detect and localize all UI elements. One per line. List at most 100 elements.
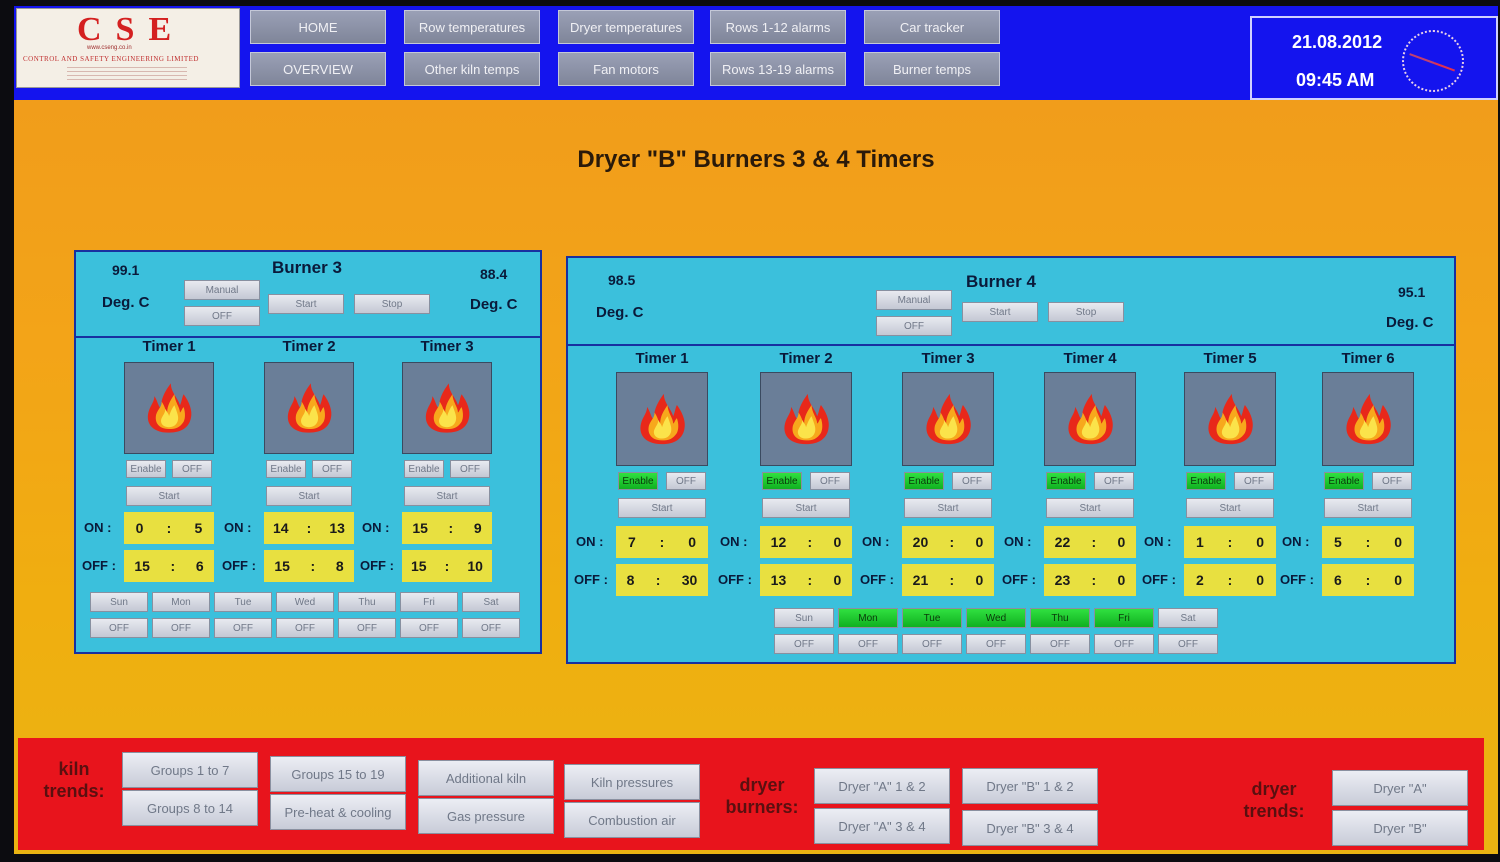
burner3-start-button[interactable]: Start (268, 294, 344, 314)
kiln-trend-button-groups-1-to-7[interactable]: Groups 1 to 7 (122, 752, 258, 788)
burner3-day-sat-button[interactable]: Sat (462, 592, 520, 612)
burner4-day-sun-off-button[interactable]: OFF (774, 634, 834, 654)
burner4-timer-2-off-time-field[interactable]: 13: 0 (760, 564, 852, 596)
burner4-timer-3-enable-button[interactable]: Enable (904, 472, 944, 490)
burner3-timer-3-enable-button[interactable]: Enable (404, 460, 444, 478)
burner4-manual-button[interactable]: Manual (876, 290, 952, 310)
burner3-day-thu-off-button[interactable]: OFF (338, 618, 396, 638)
burner4-timer-2-start-button[interactable]: Start (762, 498, 850, 518)
burner4-timer-4-enable-button[interactable]: Enable (1046, 472, 1086, 490)
kiln-trend-button-groups-8-to-14[interactable]: Groups 8 to 14 (122, 790, 258, 826)
burner3-timer-1-off-time-field[interactable]: 15: 6 (124, 550, 214, 582)
burner4-timer-3-off-time-field[interactable]: 21: 0 (902, 564, 994, 596)
burner4-day-wed-button[interactable]: Wed (966, 608, 1026, 628)
burner4-day-tue-off-button[interactable]: OFF (902, 634, 962, 654)
kiln-trend-button-kiln-pressures[interactable]: Kiln pressures (564, 764, 700, 800)
burner4-timer-4-off-button[interactable]: OFF (1094, 472, 1134, 490)
burner4-timer-2-enable-button[interactable]: Enable (762, 472, 802, 490)
nav-button-other-kiln-temps[interactable]: Other kiln temps (404, 52, 540, 86)
burner4-manual-off-button[interactable]: OFF (876, 316, 952, 336)
dryer-burner-button-dryer-a-1-2[interactable]: Dryer "A" 1 & 2 (814, 768, 950, 804)
burner4-day-sat-off-button[interactable]: OFF (1158, 634, 1218, 654)
dryer-burner-button-dryer-b-3-4[interactable]: Dryer "B" 3 & 4 (962, 810, 1098, 846)
burner3-manual-off-button[interactable]: OFF (184, 306, 260, 326)
burner4-timer-3-off-button[interactable]: OFF (952, 472, 992, 490)
burner3-manual-button[interactable]: Manual (184, 280, 260, 300)
nav-button-rows-13-19-alarms[interactable]: Rows 13-19 alarms (710, 52, 846, 86)
nav-button-burner-temps[interactable]: Burner temps (864, 52, 1000, 86)
burner3-day-fri-off-button[interactable]: OFF (400, 618, 458, 638)
burner4-day-sun-button[interactable]: Sun (774, 608, 834, 628)
burner4-timer-5-start-button[interactable]: Start (1186, 498, 1274, 518)
burner3-day-wed-off-button[interactable]: OFF (276, 618, 334, 638)
burner4-stop-button[interactable]: Stop (1048, 302, 1124, 322)
nav-button-rows-1-12-alarms[interactable]: Rows 1-12 alarms (710, 10, 846, 44)
dryer-trend-button-dryer-a[interactable]: Dryer "A" (1332, 770, 1468, 806)
nav-button-home[interactable]: HOME (250, 10, 386, 44)
burner4-timer-4-start-button[interactable]: Start (1046, 498, 1134, 518)
burner3-timer-3-off-button[interactable]: OFF (450, 460, 490, 478)
nav-button-overview[interactable]: OVERVIEW (250, 52, 386, 86)
burner3-timer-3-on-time-field[interactable]: 15: 9 (402, 512, 492, 544)
burner3-day-thu-button[interactable]: Thu (338, 592, 396, 612)
burner4-timer-5-off-button[interactable]: OFF (1234, 472, 1274, 490)
burner4-timer-6-start-button[interactable]: Start (1324, 498, 1412, 518)
burner4-timer-1-off-time-field[interactable]: 8: 30 (616, 564, 708, 596)
burner4-timer-4-on-time-field[interactable]: 22: 0 (1044, 526, 1136, 558)
burner4-timer-3-start-button[interactable]: Start (904, 498, 992, 518)
burner3-timer-1-off-button[interactable]: OFF (172, 460, 212, 478)
burner3-timer-2-off-button[interactable]: OFF (312, 460, 352, 478)
burner4-timer-6-off-button[interactable]: OFF (1372, 472, 1412, 490)
dryer-burner-button-dryer-b-1-2[interactable]: Dryer "B" 1 & 2 (962, 768, 1098, 804)
burner4-timer-5-enable-button[interactable]: Enable (1186, 472, 1226, 490)
burner4-timer-2-on-time-field[interactable]: 12: 0 (760, 526, 852, 558)
burner3-timer-1-on-time-field[interactable]: 0: 5 (124, 512, 214, 544)
kiln-trend-button-gas-pressure[interactable]: Gas pressure (418, 798, 554, 834)
nav-button-row-temperatures[interactable]: Row temperatures (404, 10, 540, 44)
burner4-day-wed-off-button[interactable]: OFF (966, 634, 1026, 654)
burner3-day-tue-button[interactable]: Tue (214, 592, 272, 612)
burner3-stop-button[interactable]: Stop (354, 294, 430, 314)
burner3-timer-1-start-button[interactable]: Start (126, 486, 212, 506)
nav-button-car-tracker[interactable]: Car tracker (864, 10, 1000, 44)
burner4-timer-6-enable-button[interactable]: Enable (1324, 472, 1364, 490)
burner4-timer-1-enable-button[interactable]: Enable (618, 472, 658, 490)
burner3-timer-2-on-time-field[interactable]: 14: 13 (264, 512, 354, 544)
burner4-day-mon-off-button[interactable]: OFF (838, 634, 898, 654)
burner3-day-sat-off-button[interactable]: OFF (462, 618, 520, 638)
nav-button-dryer-temperatures[interactable]: Dryer temperatures (558, 10, 694, 44)
dryer-burner-button-dryer-a-3-4[interactable]: Dryer "A" 3 & 4 (814, 808, 950, 844)
burner4-timer-1-start-button[interactable]: Start (618, 498, 706, 518)
burner3-day-tue-off-button[interactable]: OFF (214, 618, 272, 638)
burner3-day-sun-button[interactable]: Sun (90, 592, 148, 612)
kiln-trend-button-combustion-air[interactable]: Combustion air (564, 802, 700, 838)
burner3-timer-2-enable-button[interactable]: Enable (266, 460, 306, 478)
burner4-timer-5-off-time-field[interactable]: 2: 0 (1184, 564, 1276, 596)
burner3-timer-2-start-button[interactable]: Start (266, 486, 352, 506)
burner3-day-fri-button[interactable]: Fri (400, 592, 458, 612)
burner4-day-sat-button[interactable]: Sat (1158, 608, 1218, 628)
burner4-timer-6-off-time-field[interactable]: 6: 0 (1322, 564, 1414, 596)
burner3-timer-1-enable-button[interactable]: Enable (126, 460, 166, 478)
kiln-trend-button-additional-kiln[interactable]: Additional kiln (418, 760, 554, 796)
kiln-trend-button-pre-heat-cooling[interactable]: Pre-heat & cooling (270, 794, 406, 830)
burner4-timer-3-on-time-field[interactable]: 20: 0 (902, 526, 994, 558)
dryer-trend-button-dryer-b[interactable]: Dryer "B" (1332, 810, 1468, 846)
burner3-timer-3-off-time-field[interactable]: 15: 10 (402, 550, 492, 582)
burner4-timer-1-off-button[interactable]: OFF (666, 472, 706, 490)
burner4-timer-2-off-button[interactable]: OFF (810, 472, 850, 490)
burner4-day-fri-button[interactable]: Fri (1094, 608, 1154, 628)
burner4-day-thu-button[interactable]: Thu (1030, 608, 1090, 628)
burner3-timer-3-start-button[interactable]: Start (404, 486, 490, 506)
burner4-timer-6-on-time-field[interactable]: 5: 0 (1322, 526, 1414, 558)
burner4-day-thu-off-button[interactable]: OFF (1030, 634, 1090, 654)
burner4-timer-1-on-time-field[interactable]: 7: 0 (616, 526, 708, 558)
burner3-day-mon-off-button[interactable]: OFF (152, 618, 210, 638)
burner3-day-sun-off-button[interactable]: OFF (90, 618, 148, 638)
kiln-trend-button-groups-15-to-19[interactable]: Groups 15 to 19 (270, 756, 406, 792)
nav-button-fan-motors[interactable]: Fan motors (558, 52, 694, 86)
burner4-day-tue-button[interactable]: Tue (902, 608, 962, 628)
burner3-day-mon-button[interactable]: Mon (152, 592, 210, 612)
burner4-day-mon-button[interactable]: Mon (838, 608, 898, 628)
burner3-timer-2-off-time-field[interactable]: 15: 8 (264, 550, 354, 582)
